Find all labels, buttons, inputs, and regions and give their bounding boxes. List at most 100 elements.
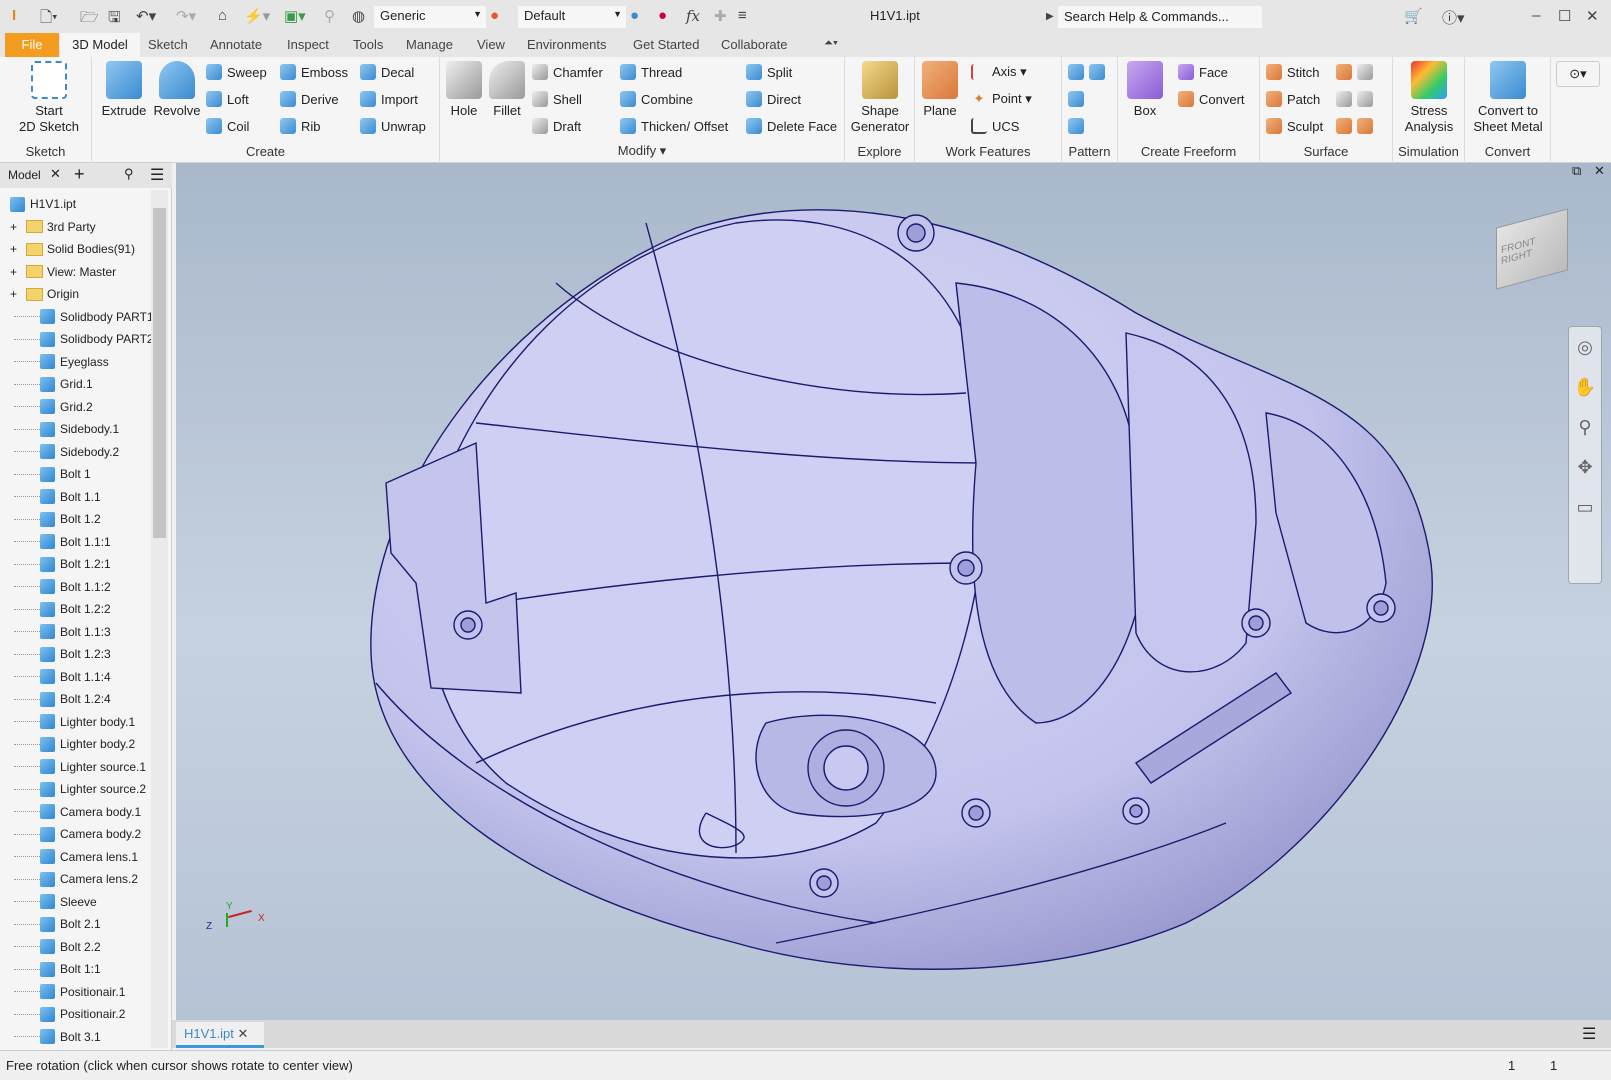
clear-appearance-icon[interactable]: ●: [658, 7, 667, 24]
tree-item-body[interactable]: Bolt 1.2:4: [0, 688, 111, 710]
tab-file[interactable]: File: [5, 33, 59, 57]
helmet-model[interactable]: [176, 163, 1611, 1020]
rectangular-pattern-button[interactable]: [1068, 61, 1105, 83]
document-tab[interactable]: H1V1.ipt ✕: [176, 1022, 264, 1048]
adjust-appearance-icon[interactable]: ●: [630, 7, 639, 24]
direct-button[interactable]: Direct: [746, 88, 801, 110]
coil-button[interactable]: Coil: [206, 115, 249, 137]
new-file-icon[interactable]: 🗋▾: [40, 7, 58, 32]
loft-button[interactable]: Loft: [206, 88, 249, 110]
home-icon[interactable]: ⌂: [218, 7, 227, 24]
tree-item-body[interactable]: Bolt 2.1: [0, 913, 101, 935]
tree-folder[interactable]: + Origin: [0, 283, 79, 305]
hole-button[interactable]: Hole: [444, 61, 484, 119]
ucs-button[interactable]: UCS: [971, 115, 1019, 137]
restore-view-icon[interactable]: ⧉: [1572, 163, 1581, 179]
tab-view[interactable]: View: [477, 33, 505, 57]
update-icon[interactable]: ⚡▾: [244, 7, 270, 25]
close-icon[interactable]: ✕: [238, 1026, 249, 1041]
thicken-offset-button[interactable]: Thicken/ Offset: [620, 115, 728, 137]
3d-viewport[interactable]: FRONT RIGHT Y Z X ⧉ ✕: [176, 163, 1611, 1020]
expand-icon[interactable]: +: [0, 242, 17, 256]
sculpt-button[interactable]: Sculpt: [1266, 115, 1323, 137]
menu-icon[interactable]: ☰: [1582, 1024, 1596, 1044]
axis-button[interactable]: Axis ▾: [971, 61, 1027, 83]
tab-get-started[interactable]: Get Started: [633, 33, 699, 57]
tab-collaborate[interactable]: Collaborate: [721, 33, 788, 57]
rib-button[interactable]: Rib: [280, 115, 321, 137]
orbit-icon[interactable]: ✥: [1569, 447, 1601, 487]
split-button[interactable]: Split: [746, 61, 792, 83]
inventor-logo-icon[interactable]: I: [12, 7, 16, 24]
steering-wheel-icon[interactable]: ◎: [1569, 327, 1601, 367]
expand-icon[interactable]: +: [0, 287, 17, 301]
tree-item-body[interactable]: Camera body.2: [0, 823, 141, 845]
delete-face-button[interactable]: Delete Face: [746, 115, 837, 137]
fx-parameters-button[interactable]: fx: [686, 7, 700, 25]
convert-button[interactable]: Convert: [1178, 88, 1245, 110]
tree-folder[interactable]: + Solid Bodies(91): [0, 238, 135, 260]
revolve-button[interactable]: Revolve: [150, 61, 204, 119]
search-icon[interactable]: ⚲: [124, 166, 134, 182]
tree-item-body[interactable]: Grid.2: [0, 396, 93, 418]
open-icon[interactable]: 🗁: [80, 7, 99, 32]
tree-item-body[interactable]: Bolt 1.1:3: [0, 621, 111, 643]
tab-model[interactable]: Model: [8, 168, 41, 182]
add-tab-icon[interactable]: +: [74, 164, 85, 185]
tree-item-body[interactable]: Bolt 1.1:1: [0, 531, 111, 553]
start-2d-sketch-button[interactable]: Start 2D Sketch: [14, 61, 84, 135]
plane-button[interactable]: Plane: [919, 61, 961, 119]
menu-icon[interactable]: ☰: [150, 165, 164, 185]
tree-item-body[interactable]: Bolt 1.1: [0, 486, 101, 508]
extrude-button[interactable]: Extrude: [98, 61, 150, 119]
tree-item-body[interactable]: Positionair.2: [0, 1003, 125, 1025]
color-wheel-icon[interactable]: ●: [490, 7, 499, 24]
redo-icon[interactable]: ↷▾: [176, 7, 196, 25]
convert-to-sheet-metal-button[interactable]: Convert to Sheet Metal: [1469, 61, 1547, 135]
tab-inspect[interactable]: Inspect: [287, 33, 329, 57]
ribbon-toggle-icon[interactable]: ⏶▾: [824, 33, 838, 57]
pan-icon[interactable]: ✋: [1569, 367, 1601, 407]
tab-3d-model[interactable]: 3D Model: [60, 33, 140, 57]
stitch-button[interactable]: Stitch: [1266, 61, 1320, 83]
minimize-icon[interactable]: ‒: [1532, 7, 1540, 24]
import-button[interactable]: Import: [360, 88, 418, 110]
tree-folder[interactable]: + View: Master: [0, 261, 116, 283]
appearance-dropdown[interactable]: Default ▼: [518, 6, 626, 28]
measure-icon[interactable]: ⚲: [324, 7, 335, 25]
tree-item-body[interactable]: Solidbody PART2: [0, 328, 154, 350]
draft-button[interactable]: Draft: [532, 115, 581, 137]
ruled-surface-icon[interactable]: [1336, 64, 1352, 80]
material-dropdown[interactable]: Generic ▼: [374, 6, 486, 28]
fit-mesh-icon[interactable]: [1357, 118, 1373, 134]
tree-item-body[interactable]: Sidebody.1: [0, 418, 119, 440]
tree-item-body[interactable]: Camera lens.2: [0, 868, 138, 890]
chamfer-button[interactable]: Chamfer: [532, 61, 603, 83]
cart-icon[interactable]: 🛒: [1404, 7, 1423, 25]
look-at-icon[interactable]: ▭: [1569, 487, 1601, 527]
shape-generator-button[interactable]: Shape Generator: [849, 61, 911, 135]
expand-icon[interactable]: +: [0, 265, 17, 279]
browser-scrollbar[interactable]: [151, 190, 168, 1048]
emboss-button[interactable]: Emboss: [280, 61, 348, 83]
tree-item-body[interactable]: Sidebody.2: [0, 441, 119, 463]
tab-environments[interactable]: Environments: [527, 33, 606, 57]
tab-tools[interactable]: Tools: [353, 33, 383, 57]
replace-face-icon[interactable]: [1357, 91, 1373, 107]
circular-pattern-button[interactable]: [1068, 88, 1084, 110]
trim-icon[interactable]: [1336, 91, 1352, 107]
zoom-icon[interactable]: ⚲: [1569, 407, 1601, 447]
add-icon[interactable]: ✚: [714, 7, 727, 25]
tree-item-body[interactable]: Bolt 1: [0, 463, 91, 485]
tree-item-body[interactable]: Solidbody PART1: [0, 306, 154, 328]
patch-button[interactable]: Patch: [1266, 88, 1320, 110]
tree-item-body[interactable]: Bolt 2.2: [0, 936, 101, 958]
sketch-pattern-button[interactable]: [1068, 115, 1084, 137]
tab-manage[interactable]: Manage: [406, 33, 453, 57]
tree-root[interactable]: H1V1.ipt: [0, 193, 76, 215]
close-view-icon[interactable]: ✕: [1594, 163, 1605, 179]
tree-item-body[interactable]: Bolt 1.2:2: [0, 598, 111, 620]
derive-button[interactable]: Derive: [280, 88, 339, 110]
expand-icon[interactable]: +: [0, 220, 17, 234]
tab-annotate[interactable]: Annotate: [210, 33, 262, 57]
